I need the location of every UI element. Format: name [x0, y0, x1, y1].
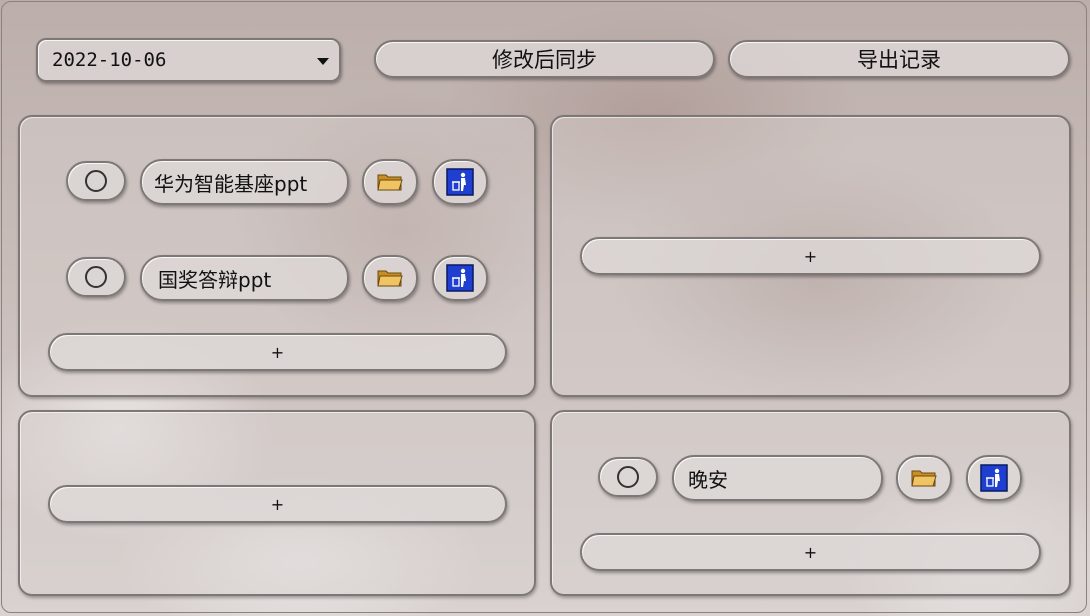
date-value: 2022-10-06	[52, 49, 167, 71]
task-name: 晚安	[688, 467, 728, 492]
add-label: +	[803, 246, 818, 266]
trash-icon	[980, 464, 1008, 492]
export-button[interactable]: 导出记录	[728, 40, 1070, 78]
delete-button[interactable]	[966, 455, 1022, 501]
add-task-button[interactable]: +	[580, 237, 1041, 275]
add-task-button[interactable]: +	[48, 333, 507, 371]
add-label: +	[803, 542, 818, 562]
radio-circle-icon	[85, 266, 107, 288]
sync-label: 修改后同步	[492, 48, 597, 72]
task-radio[interactable]	[66, 161, 126, 201]
add-task-button[interactable]: +	[580, 533, 1041, 571]
open-folder-button[interactable]	[362, 159, 418, 205]
dropdown-arrow-icon[interactable]	[317, 58, 329, 65]
trash-icon	[446, 168, 474, 196]
task-radio[interactable]	[66, 257, 126, 297]
add-label: +	[270, 494, 285, 514]
sync-button[interactable]: 修改后同步	[374, 40, 715, 78]
delete-button[interactable]	[432, 159, 488, 205]
radio-circle-icon	[85, 170, 107, 192]
add-task-button[interactable]: +	[48, 485, 507, 523]
task-name-field[interactable]: 国奖答辩ppt	[140, 255, 349, 301]
task-radio[interactable]	[598, 457, 658, 497]
trash-icon	[446, 264, 474, 292]
folder-icon	[377, 172, 403, 192]
task-name: 华为智能基座ppt	[154, 171, 308, 196]
task-name: 国奖答辩ppt	[158, 267, 272, 292]
task-name-field[interactable]: 华为智能基座ppt	[140, 159, 349, 205]
task-name-field[interactable]: 晚安	[672, 455, 883, 501]
delete-button[interactable]	[432, 255, 488, 301]
folder-icon	[911, 468, 937, 488]
folder-icon	[377, 268, 403, 288]
open-folder-button[interactable]	[896, 455, 952, 501]
open-folder-button[interactable]	[362, 255, 418, 301]
date-select[interactable]: 2022-10-06	[36, 38, 341, 82]
export-label: 导出记录	[857, 48, 941, 72]
add-label: +	[270, 342, 285, 362]
radio-circle-icon	[617, 466, 639, 488]
